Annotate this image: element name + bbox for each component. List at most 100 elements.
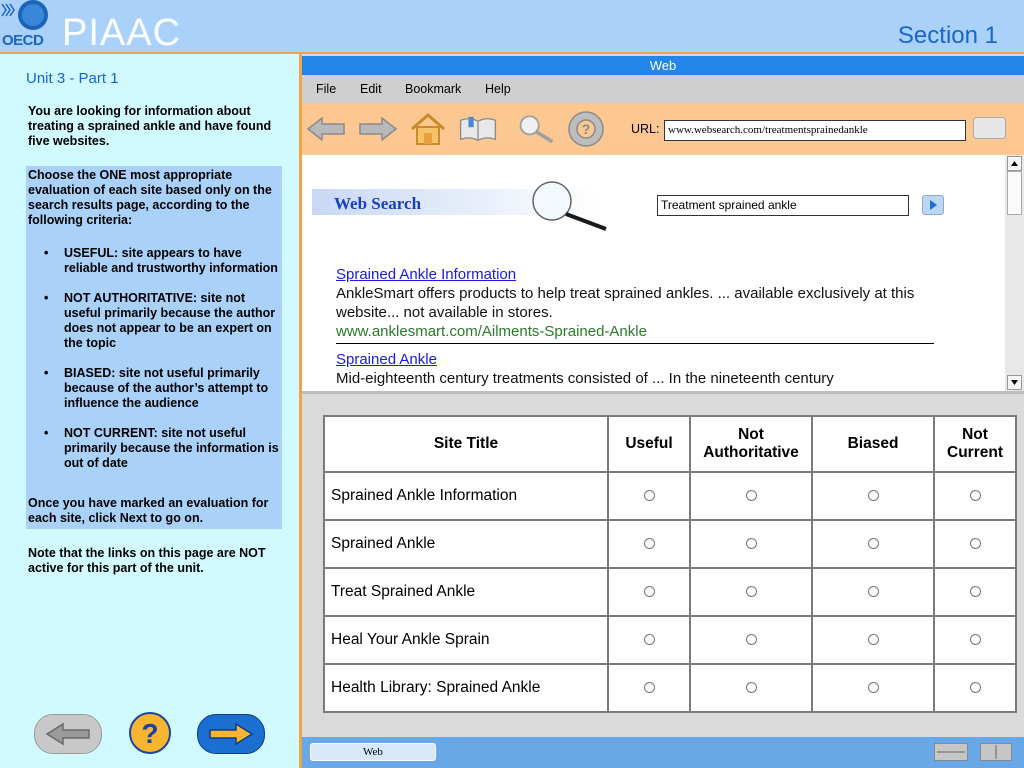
criteria-list: USEFUL: site appears to have reliable an… xyxy=(26,246,282,486)
cell-useful xyxy=(607,663,691,713)
browser-statusbar: Web xyxy=(302,737,1024,768)
url-input[interactable]: www.websearch.com/treatmentsprainedankle xyxy=(664,120,966,141)
question-icon: ? xyxy=(141,718,158,748)
radio-useful[interactable] xyxy=(643,682,655,694)
content-scrollbar[interactable] xyxy=(1005,155,1024,391)
search-query-input[interactable]: Treatment sprained ankle xyxy=(657,195,909,216)
radio-biased[interactable] xyxy=(867,634,879,646)
table-row: Health Library: Sprained Ankle xyxy=(323,663,1017,713)
col-biased: Biased xyxy=(811,415,935,473)
menu-edit[interactable]: Edit xyxy=(360,82,382,96)
radio-not-authoritative[interactable] xyxy=(745,682,757,694)
url-go-button[interactable] xyxy=(973,117,1006,139)
col-useful: Useful xyxy=(607,415,691,473)
radio-not-authoritative[interactable] xyxy=(745,586,757,598)
oecd-label: OECD xyxy=(2,32,44,49)
layout-stacked-icon[interactable] xyxy=(934,743,968,761)
cell-biased xyxy=(811,615,935,665)
radio-not-authoritative[interactable] xyxy=(745,634,757,646)
menu-bookmark[interactable]: Bookmark xyxy=(405,82,461,96)
layout-side-by-side-icon[interactable] xyxy=(980,743,1012,761)
criterion-biased: BIASED: site not useful primarily becaus… xyxy=(26,366,282,411)
radio-not-current[interactable] xyxy=(969,490,981,502)
pane-divider[interactable] xyxy=(302,391,1024,394)
scroll-down-button[interactable] xyxy=(1007,375,1022,390)
cell-useful xyxy=(607,615,691,665)
browser-window: Web File Edit Bookmark Help ? URL: www.w… xyxy=(302,54,1024,768)
search-icon[interactable] xyxy=(516,111,556,147)
intro-text: You are looking for information about tr… xyxy=(28,104,272,148)
site-title-cell: Health Library: Sprained Ankle xyxy=(323,663,609,713)
cell-useful xyxy=(607,471,691,521)
result-separator xyxy=(336,343,934,344)
scroll-thumb[interactable] xyxy=(1007,171,1022,215)
home-icon[interactable] xyxy=(408,111,448,147)
search-result: Sprained Ankle Information AnkleSmart of… xyxy=(336,265,936,341)
result-description: Mid-eighteenth century treatments consis… xyxy=(336,370,834,387)
back-nav-icon[interactable] xyxy=(306,111,346,147)
radio-useful[interactable] xyxy=(643,634,655,646)
web-content: Web Search Treatment sprained ankle Spra… xyxy=(302,155,1005,391)
radio-biased[interactable] xyxy=(867,682,879,694)
search-go-button[interactable] xyxy=(922,195,944,215)
col-not-authoritative: Not Authoritative xyxy=(689,415,813,473)
next-button[interactable] xyxy=(197,714,265,754)
radio-biased[interactable] xyxy=(867,490,879,502)
piaac-app: OECD PIAAC Section 1 Unit 3 - Part 1 You… xyxy=(0,0,1024,768)
radio-useful[interactable] xyxy=(643,538,655,550)
help-lifebuoy-icon[interactable]: ? xyxy=(566,111,606,147)
arrow-right-icon xyxy=(209,722,254,746)
instructions-box: Choose the ONE most appropriate evaluati… xyxy=(26,166,282,529)
arrow-left-icon xyxy=(45,722,90,746)
table-header-row: Site Title Useful Not Authoritative Bias… xyxy=(323,415,1017,473)
svg-text:?: ? xyxy=(582,121,591,137)
radio-not-current[interactable] xyxy=(969,634,981,646)
cell-not-current xyxy=(933,663,1017,713)
svg-text:?: ? xyxy=(141,718,158,748)
cell-biased xyxy=(811,471,935,521)
web-search-logo: Web Search xyxy=(334,194,422,213)
site-title-cell: Sprained Ankle xyxy=(323,519,609,569)
unit-title: Unit 3 - Part 1 xyxy=(26,70,119,87)
cell-biased xyxy=(811,567,935,617)
table-row: Sprained Ankle Information xyxy=(323,471,1017,521)
col-not-current: Not Current xyxy=(933,415,1017,473)
scroll-up-button[interactable] xyxy=(1007,156,1022,171)
menubar: File Edit Bookmark Help xyxy=(302,75,1024,103)
result-url: www.anklesmart.com/Ailments-Sprained-Ank… xyxy=(336,323,647,340)
cell-not-authoritative xyxy=(689,471,813,521)
help-button[interactable]: ? xyxy=(129,712,171,754)
bookmarks-book-icon[interactable] xyxy=(458,111,498,147)
section-label: Section 1 xyxy=(897,22,998,49)
result-title-link[interactable]: Sprained Ankle Information xyxy=(336,265,936,284)
cell-useful xyxy=(607,567,691,617)
note-text: Note that the links on this page are NOT… xyxy=(28,546,266,575)
cell-not-current xyxy=(933,519,1017,569)
radio-biased[interactable] xyxy=(867,538,879,550)
url-label: URL: xyxy=(631,122,660,136)
col-site-title: Site Title xyxy=(323,415,609,473)
radio-useful[interactable] xyxy=(643,490,655,502)
taskbar-web-tab[interactable]: Web xyxy=(310,743,436,761)
table-row: Heal Your Ankle Sprain xyxy=(323,615,1017,665)
radio-useful[interactable] xyxy=(643,586,655,598)
menu-file[interactable]: File xyxy=(316,82,336,96)
forward-nav-icon[interactable] xyxy=(358,111,398,147)
result-title-link[interactable]: Sprained Ankle xyxy=(336,350,936,369)
menu-help[interactable]: Help xyxy=(485,82,511,96)
criterion-not-current: NOT CURRENT: site not useful primarily b… xyxy=(26,426,282,471)
radio-not-current[interactable] xyxy=(969,682,981,694)
radio-not-current[interactable] xyxy=(969,538,981,550)
site-title-cell: Treat Sprained Ankle xyxy=(323,567,609,617)
table-row: Sprained Ankle xyxy=(323,519,1017,569)
magnifier-icon xyxy=(532,181,607,231)
radio-not-authoritative[interactable] xyxy=(745,538,757,550)
radio-not-authoritative[interactable] xyxy=(745,490,757,502)
search-result: Sprained Ankle Mid-eighteenth century tr… xyxy=(336,350,936,388)
cell-not-authoritative xyxy=(689,663,813,713)
back-button[interactable] xyxy=(34,714,102,754)
site-title-cell: Sprained Ankle Information xyxy=(323,471,609,521)
radio-biased[interactable] xyxy=(867,586,879,598)
radio-not-current[interactable] xyxy=(969,586,981,598)
browser-titlebar: Web xyxy=(302,56,1024,75)
